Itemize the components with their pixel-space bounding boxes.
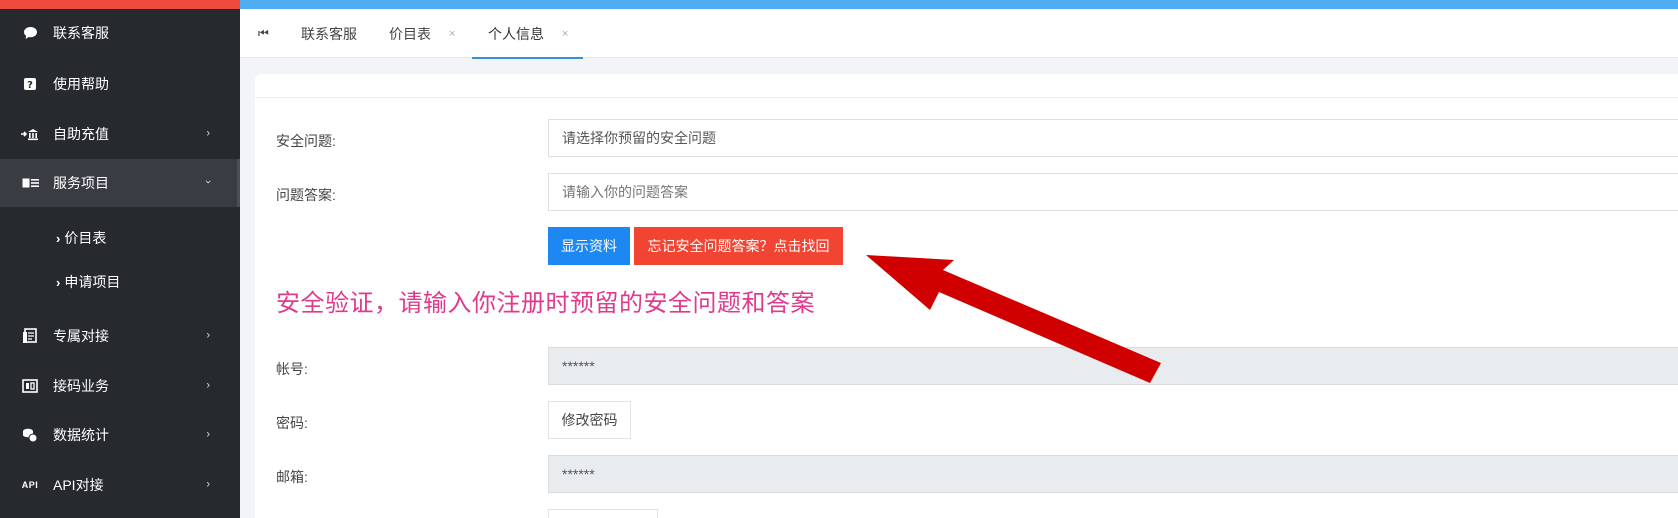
chevron-right-icon: › (206, 379, 210, 392)
sidebar-subitem-price-list[interactable]: › 价目表 (56, 228, 106, 248)
chevron-right-icon: › (56, 230, 61, 246)
close-icon[interactable]: × (562, 28, 568, 40)
tab-first-button[interactable]: ⏮ (258, 9, 269, 58)
close-icon[interactable]: × (449, 28, 455, 40)
tab-label: 价目表 (389, 25, 431, 42)
sidebar-top-accent (0, 0, 240, 9)
skip-back-icon: ⏮ (258, 26, 269, 40)
bank-icon (21, 127, 39, 141)
sidebar-item-label: 使用帮助 (53, 76, 109, 92)
document-icon (21, 328, 39, 344)
security-question-label: 安全问题: (276, 133, 336, 149)
answer-label: 问题答案: (276, 187, 336, 203)
sidebar-item-label: 联系客服 (53, 25, 109, 41)
sidebar-item-label: 数据统计 (53, 427, 109, 443)
tab-label: 联系客服 (301, 25, 357, 42)
chevron-right-icon: › (56, 274, 61, 290)
password-label: 密码: (276, 415, 308, 431)
sidebar-item-api[interactable]: API API对接 › (0, 461, 240, 509)
sidebar: 联系客服 ? 使用帮助 自助充值 › 服务项目 › › 价目表 › 申请项目 专… (0, 0, 240, 518)
top-accent-bar (240, 0, 1678, 9)
tab-price-list[interactable]: 价目表 × (389, 9, 455, 58)
sidebar-item-dedicated[interactable]: 专属对接 › (0, 312, 240, 360)
coins-icon (21, 427, 39, 443)
sidebar-item-label: 接码业务 (53, 378, 109, 394)
change-password-button[interactable]: 修改密码 (548, 401, 631, 439)
sidebar-item-recharge[interactable]: 自助充值 › (0, 110, 240, 158)
panel-divider (255, 97, 1678, 98)
security-notice: 安全验证，请输入你注册时预留的安全问题和答案 (276, 290, 815, 317)
sidebar-item-help[interactable]: ? 使用帮助 (0, 60, 240, 108)
show-info-button[interactable]: 显示资料 (548, 227, 630, 265)
security-question-value: 请选择你预留的安全问题 (562, 130, 716, 146)
chevron-right-icon: › (206, 478, 210, 491)
chevron-right-icon: › (206, 428, 210, 441)
sidebar-item-label: 专属对接 (53, 328, 109, 344)
chat-bubble-icon (21, 26, 39, 40)
email-field: ****** (548, 455, 1678, 493)
sidebar-item-contact-support[interactable]: 联系客服 (0, 9, 240, 57)
tab-bar: ⏮ 联系客服 价目表 × 个人信息 × (240, 9, 1678, 59)
tab-contact-support[interactable]: 联系客服 (301, 9, 357, 58)
sidebar-item-statistics[interactable]: 数据统计 › (0, 411, 240, 459)
api-icon: API (21, 480, 39, 490)
tab-personal-info[interactable]: 个人信息 × (472, 9, 583, 59)
chevron-right-icon: › (206, 127, 210, 140)
sidebar-item-services[interactable]: 服务项目 › (0, 159, 240, 207)
partial-bottom-button[interactable] (548, 509, 658, 518)
sidebar-subitem-label: 价目表 (64, 230, 107, 246)
id-card-icon (21, 177, 39, 189)
question-icon: ? (21, 77, 39, 91)
security-question-select[interactable]: 请选择你预留的安全问题 (548, 119, 1678, 157)
chevron-down-icon: › (202, 179, 215, 184)
sidebar-subitem-label: 申请项目 (64, 274, 121, 290)
forgot-answer-button[interactable]: 忘记安全问题答案？点击找回 (634, 227, 843, 265)
sidebar-item-label: 自助充值 (53, 126, 109, 142)
account-field: ****** (548, 347, 1678, 385)
account-value: ****** (562, 358, 595, 374)
answer-input[interactable] (548, 173, 1678, 211)
sim-card-icon (21, 379, 39, 393)
sidebar-item-label: 服务项目 (53, 175, 109, 191)
svg-text:?: ? (27, 80, 33, 91)
email-label: 邮箱: (276, 469, 308, 485)
tab-label: 个人信息 (488, 25, 544, 42)
account-label: 帐号: (276, 361, 308, 377)
sidebar-subitem-apply-project[interactable]: › 申请项目 (56, 272, 120, 292)
chevron-right-icon: › (206, 329, 210, 342)
email-value: ****** (562, 466, 595, 482)
sidebar-item-sms-code[interactable]: 接码业务 › (0, 362, 240, 410)
sidebar-item-label: API对接 (53, 477, 104, 493)
